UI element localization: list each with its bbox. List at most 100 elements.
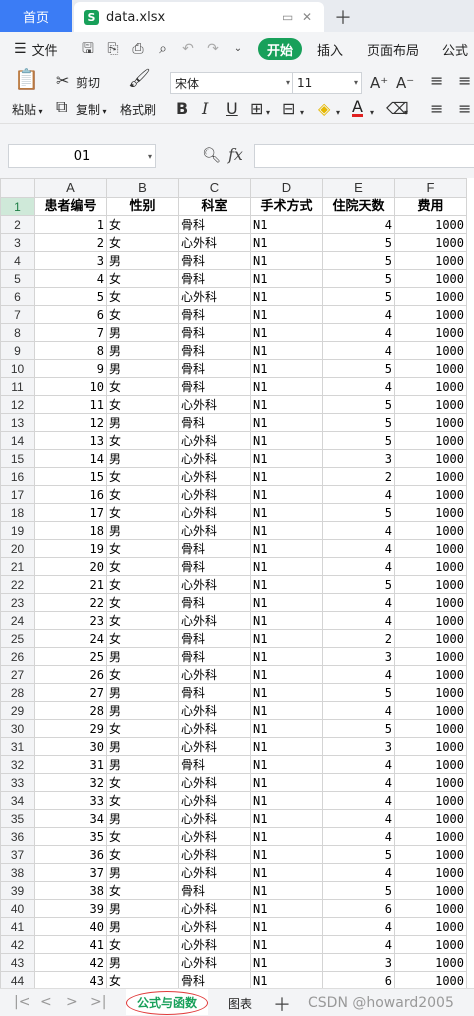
- cell[interactable]: 4: [322, 215, 395, 234]
- print-icon[interactable]: ⎙: [130, 41, 146, 57]
- cell[interactable]: 心外科: [178, 719, 251, 738]
- cell[interactable]: 心外科: [178, 485, 251, 504]
- header-cell[interactable]: 患者编号: [34, 197, 107, 216]
- cell[interactable]: 24: [34, 629, 107, 648]
- cell[interactable]: 心外科: [178, 899, 251, 918]
- cell[interactable]: 37: [34, 863, 107, 882]
- cell[interactable]: 1000: [394, 413, 467, 432]
- cell[interactable]: N1: [250, 845, 323, 864]
- cell[interactable]: 骨科: [178, 629, 251, 648]
- cell[interactable]: 4: [322, 827, 395, 846]
- cell[interactable]: 16: [34, 485, 107, 504]
- cell[interactable]: N1: [250, 611, 323, 630]
- row-header[interactable]: 20: [0, 539, 35, 558]
- copy-button[interactable]: 复制 ▾: [76, 101, 107, 118]
- cell[interactable]: 1000: [394, 683, 467, 702]
- cell[interactable]: 心外科: [178, 449, 251, 468]
- cell[interactable]: 4: [322, 539, 395, 558]
- cell[interactable]: 4: [322, 377, 395, 396]
- cell[interactable]: 心外科: [178, 701, 251, 720]
- menu-file[interactable]: ☰ 文件: [14, 32, 58, 66]
- cell[interactable]: 男: [106, 899, 179, 918]
- menu-start[interactable]: 开始: [258, 38, 302, 60]
- cell[interactable]: 男: [106, 737, 179, 756]
- cell[interactable]: 14: [34, 449, 107, 468]
- cell[interactable]: 女: [106, 665, 179, 684]
- row-header[interactable]: 43: [0, 953, 35, 972]
- header-cell[interactable]: 性别: [106, 197, 179, 216]
- cell[interactable]: 1000: [394, 611, 467, 630]
- cell[interactable]: 40: [34, 917, 107, 936]
- menu-formula[interactable]: 公式: [442, 32, 468, 66]
- row-header[interactable]: 12: [0, 395, 35, 414]
- cell[interactable]: 5: [322, 287, 395, 306]
- row-header[interactable]: 31: [0, 737, 35, 756]
- row-header[interactable]: 28: [0, 683, 35, 702]
- cell[interactable]: 4: [322, 791, 395, 810]
- sheet-grid[interactable]: ABCDEF 1 患者编号 性别 科室 手术方式 住院天数 费用 2 1 女骨科 N1 4 1000 3 2…: [0, 178, 474, 988]
- cell[interactable]: 3: [322, 953, 395, 972]
- cell[interactable]: 5: [322, 431, 395, 450]
- cell[interactable]: 心外科: [178, 809, 251, 828]
- cell[interactable]: 5: [322, 269, 395, 288]
- sheet-tab-formulas[interactable]: 公式与函数: [126, 989, 208, 1015]
- clear-dropdown-icon[interactable]: ▾: [404, 104, 408, 122]
- row-header[interactable]: 7: [0, 305, 35, 324]
- column-header[interactable]: B: [106, 178, 179, 198]
- redo-icon[interactable]: ↷: [205, 41, 221, 57]
- row-header[interactable]: 13: [0, 413, 35, 432]
- cell[interactable]: 女: [106, 215, 179, 234]
- cell[interactable]: 男: [106, 809, 179, 828]
- row-header[interactable]: 22: [0, 575, 35, 594]
- row-header[interactable]: 41: [0, 917, 35, 936]
- cell[interactable]: N1: [250, 827, 323, 846]
- cell[interactable]: 5: [322, 395, 395, 414]
- row-header[interactable]: 15: [0, 449, 35, 468]
- close-tab-icon[interactable]: ✕: [302, 10, 312, 24]
- cell[interactable]: 心外科: [178, 917, 251, 936]
- cell[interactable]: 1000: [394, 719, 467, 738]
- cell[interactable]: 骨科: [178, 647, 251, 666]
- cell[interactable]: 骨科: [178, 305, 251, 324]
- cell[interactable]: 6: [34, 305, 107, 324]
- cell[interactable]: 女: [106, 593, 179, 612]
- cell[interactable]: 男: [106, 647, 179, 666]
- cell[interactable]: 5: [322, 575, 395, 594]
- cell[interactable]: 1000: [394, 215, 467, 234]
- cell[interactable]: 1000: [394, 827, 467, 846]
- cell[interactable]: 2: [322, 467, 395, 486]
- cell[interactable]: 骨科: [178, 557, 251, 576]
- cell[interactable]: 心外科: [178, 395, 251, 414]
- sheet-table[interactable]: ABCDEF 1 患者编号 性别 科室 手术方式 住院天数 费用 2 1 女骨科 N1 4 1000 3 2…: [0, 178, 467, 988]
- cell[interactable]: 心外科: [178, 665, 251, 684]
- cell[interactable]: 23: [34, 611, 107, 630]
- row-header[interactable]: 37: [0, 845, 35, 864]
- cell[interactable]: 4: [322, 809, 395, 828]
- cell[interactable]: 1000: [394, 917, 467, 936]
- column-header[interactable]: C: [178, 178, 251, 198]
- cell[interactable]: 女: [106, 431, 179, 450]
- cell[interactable]: 5: [34, 287, 107, 306]
- cell[interactable]: 女: [106, 629, 179, 648]
- cell[interactable]: 5: [322, 233, 395, 252]
- cell[interactable]: 5: [322, 251, 395, 270]
- first-sheet-icon[interactable]: |<: [14, 994, 30, 1010]
- row-header[interactable]: 29: [0, 701, 35, 720]
- cell[interactable]: N1: [250, 935, 323, 954]
- row-header[interactable]: 21: [0, 557, 35, 576]
- cell[interactable]: 6: [322, 899, 395, 918]
- cell[interactable]: 3: [322, 647, 395, 666]
- cell[interactable]: N1: [250, 305, 323, 324]
- cell[interactable]: N1: [250, 953, 323, 972]
- cell[interactable]: N1: [250, 539, 323, 558]
- cell[interactable]: 1000: [394, 935, 467, 954]
- header-cell[interactable]: 科室: [178, 197, 251, 216]
- cell[interactable]: 33: [34, 791, 107, 810]
- row-header[interactable]: 27: [0, 665, 35, 684]
- zoom-search-icon[interactable]: 🔍︎: [202, 146, 221, 164]
- select-all-corner[interactable]: [0, 178, 35, 198]
- cell[interactable]: 1000: [394, 737, 467, 756]
- cell[interactable]: 1000: [394, 791, 467, 810]
- fill-color-icon[interactable]: ◈: [318, 100, 330, 118]
- column-header[interactable]: F: [394, 178, 467, 198]
